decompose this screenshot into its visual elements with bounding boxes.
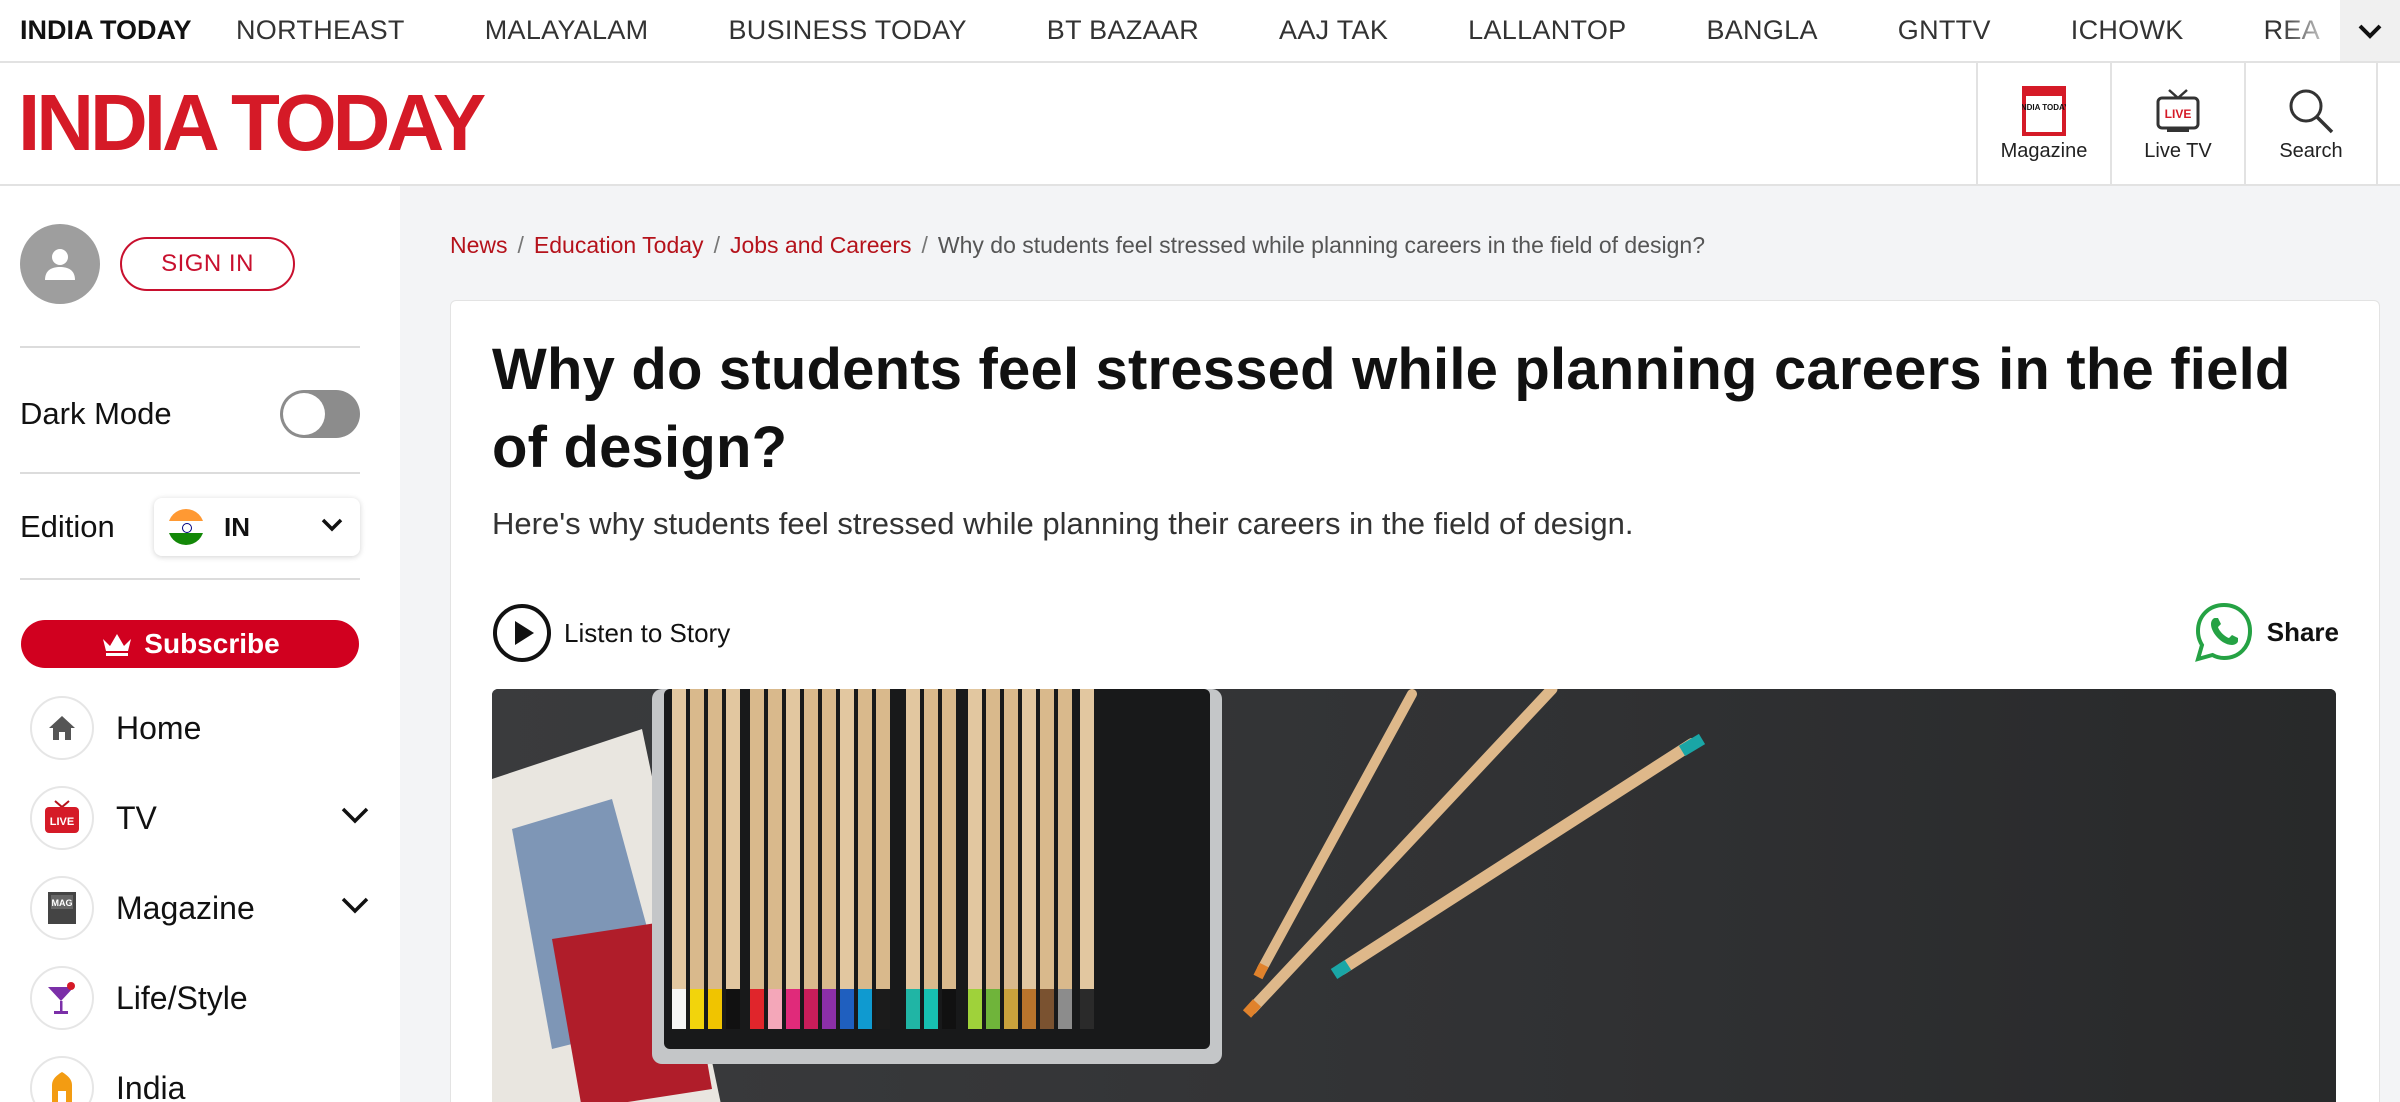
sign-in-button[interactable]: SIGN IN [120, 237, 295, 291]
india-today-logo[interactable]: INDIA TODAY [18, 83, 486, 163]
site-header: INDIA TODAY INDIA TODAY Magazine LIVE Li… [0, 63, 2400, 186]
more-networks-button[interactable] [2340, 0, 2400, 61]
sidebar-item-india[interactable]: India [30, 1056, 370, 1102]
network-link-lallantop[interactable]: LALLANTOP [1468, 15, 1626, 46]
user-icon [45, 249, 75, 280]
network-link-business-today[interactable]: BUSINESS TODAY [728, 15, 966, 46]
sidebar-item-magazine[interactable]: MAG Magazine [30, 876, 370, 940]
india-icon [30, 1056, 94, 1102]
sidebar-item-label: Home [116, 709, 202, 746]
edition-code: IN [224, 511, 250, 542]
svg-text:MAG: MAG [52, 898, 73, 908]
dark-mode-label: Dark Mode [20, 396, 172, 431]
chevron-down-icon[interactable] [340, 804, 370, 826]
breadcrumb-separator: / [713, 232, 720, 258]
divider [20, 346, 360, 348]
fade-overlay [2280, 0, 2340, 61]
article-title: Why do students feel stressed while plan… [492, 337, 2291, 480]
colored-pencils-image [492, 689, 2336, 1102]
search-button[interactable]: Search [2244, 63, 2378, 186]
subscribe-button[interactable]: Subscribe [21, 620, 359, 668]
magazine-label: Magazine [2000, 140, 2088, 162]
breadcrumb-news[interactable]: News [450, 232, 508, 258]
signin-row: SIGN IN [20, 224, 295, 304]
sidebar-item-lifestyle[interactable]: Life/Style [30, 966, 370, 1030]
divider [20, 578, 360, 580]
live-tv-icon: LIVE [2156, 89, 2200, 132]
toggle-knob [283, 393, 325, 435]
breadcrumb-separator: / [517, 232, 524, 258]
edition-select[interactable]: IN [154, 498, 360, 556]
whatsapp-icon [2194, 602, 2252, 662]
sidebar-item-home[interactable]: Home [30, 696, 370, 760]
search-label: Search [2279, 140, 2343, 162]
avatar[interactable] [20, 224, 100, 304]
network-link-bangla[interactable]: BANGLA [1706, 15, 1817, 46]
listen-label: Listen to Story [564, 617, 731, 648]
dark-mode-toggle[interactable] [280, 390, 360, 438]
network-link-gnttv[interactable]: GNTTV [1898, 15, 1991, 46]
network-link-ichowk[interactable]: ICHOWK [2071, 15, 2184, 46]
svg-text:LIVE: LIVE [2165, 107, 2192, 121]
network-links: NORTHEAST MALAYALAM BUSINESS TODAY BT BA… [236, 15, 2400, 46]
live-tv-button[interactable]: LIVE Live TV [2110, 63, 2244, 186]
sidebar-item-label: India [116, 1069, 186, 1102]
breadcrumb-education-today[interactable]: Education Today [534, 232, 704, 258]
network-link-malayalam[interactable]: MALAYALAM [485, 15, 649, 46]
play-icon [493, 604, 551, 662]
network-brand-link[interactable]: INDIA TODAY [0, 15, 236, 46]
network-bar: INDIA TODAY NORTHEAST MALAYALAM BUSINESS… [0, 0, 2400, 63]
chevron-down-icon [2358, 24, 2382, 39]
divider [20, 472, 360, 474]
magazine-button[interactable]: INDIA TODAY Magazine [1976, 63, 2110, 186]
crown-icon [103, 634, 132, 656]
network-link-bt-bazaar[interactable]: BT BAZAAR [1047, 15, 1199, 46]
search-icon [2289, 89, 2334, 134]
live-tv-label: Live TV [2144, 140, 2212, 162]
network-link-aaj-tak[interactable]: AAJ TAK [1279, 15, 1388, 46]
subscribe-label: Subscribe [144, 628, 280, 659]
live-tv-icon: LIVE [30, 786, 94, 850]
header-tools: INDIA TODAY Magazine LIVE Live TV Search [1976, 63, 2378, 186]
network-link-northeast[interactable]: NORTHEAST [236, 15, 405, 46]
breadcrumb: News / Education Today / Jobs and Careers / Wh… [450, 232, 1705, 259]
sidebar-item-tv[interactable]: LIVE TV [30, 786, 370, 850]
listen-to-story-button[interactable]: Listen to Story [492, 603, 730, 663]
breadcrumb-separator: / [921, 232, 928, 258]
dark-mode-row: Dark Mode [20, 386, 360, 442]
india-flag-icon [168, 509, 204, 545]
magazine-icon: INDIA TODAY [2022, 86, 2066, 136]
sidebar-item-label: TV [116, 799, 157, 836]
breadcrumb-current: Why do students feel stressed while plan… [937, 232, 1705, 258]
edition-label: Edition [20, 509, 115, 544]
chevron-down-icon [321, 518, 343, 532]
edition-row: Edition IN [20, 498, 360, 556]
cocktail-icon [30, 966, 94, 1030]
svg-text:LIVE: LIVE [50, 816, 74, 828]
sidebar-item-label: Life/Style [116, 979, 248, 1016]
home-icon [30, 696, 94, 760]
chevron-down-icon[interactable] [340, 894, 370, 916]
article-hero-image [492, 689, 2336, 1102]
sidebar-item-label: Magazine [116, 889, 255, 926]
article-card: Why do students feel stressed while plan… [450, 300, 2380, 1102]
svg-text:INDIA TODAY: INDIA TODAY [2022, 103, 2066, 112]
breadcrumb-jobs-and-careers[interactable]: Jobs and Careers [730, 232, 912, 258]
share-button[interactable]: Share [2193, 601, 2339, 663]
sidebar: SIGN IN Dark Mode Edition IN Subscribe H… [0, 186, 400, 1102]
magazine-icon: MAG [30, 876, 94, 940]
article-subtitle: Here's why students feel stressed while … [492, 506, 1634, 541]
share-label: Share [2266, 616, 2339, 647]
